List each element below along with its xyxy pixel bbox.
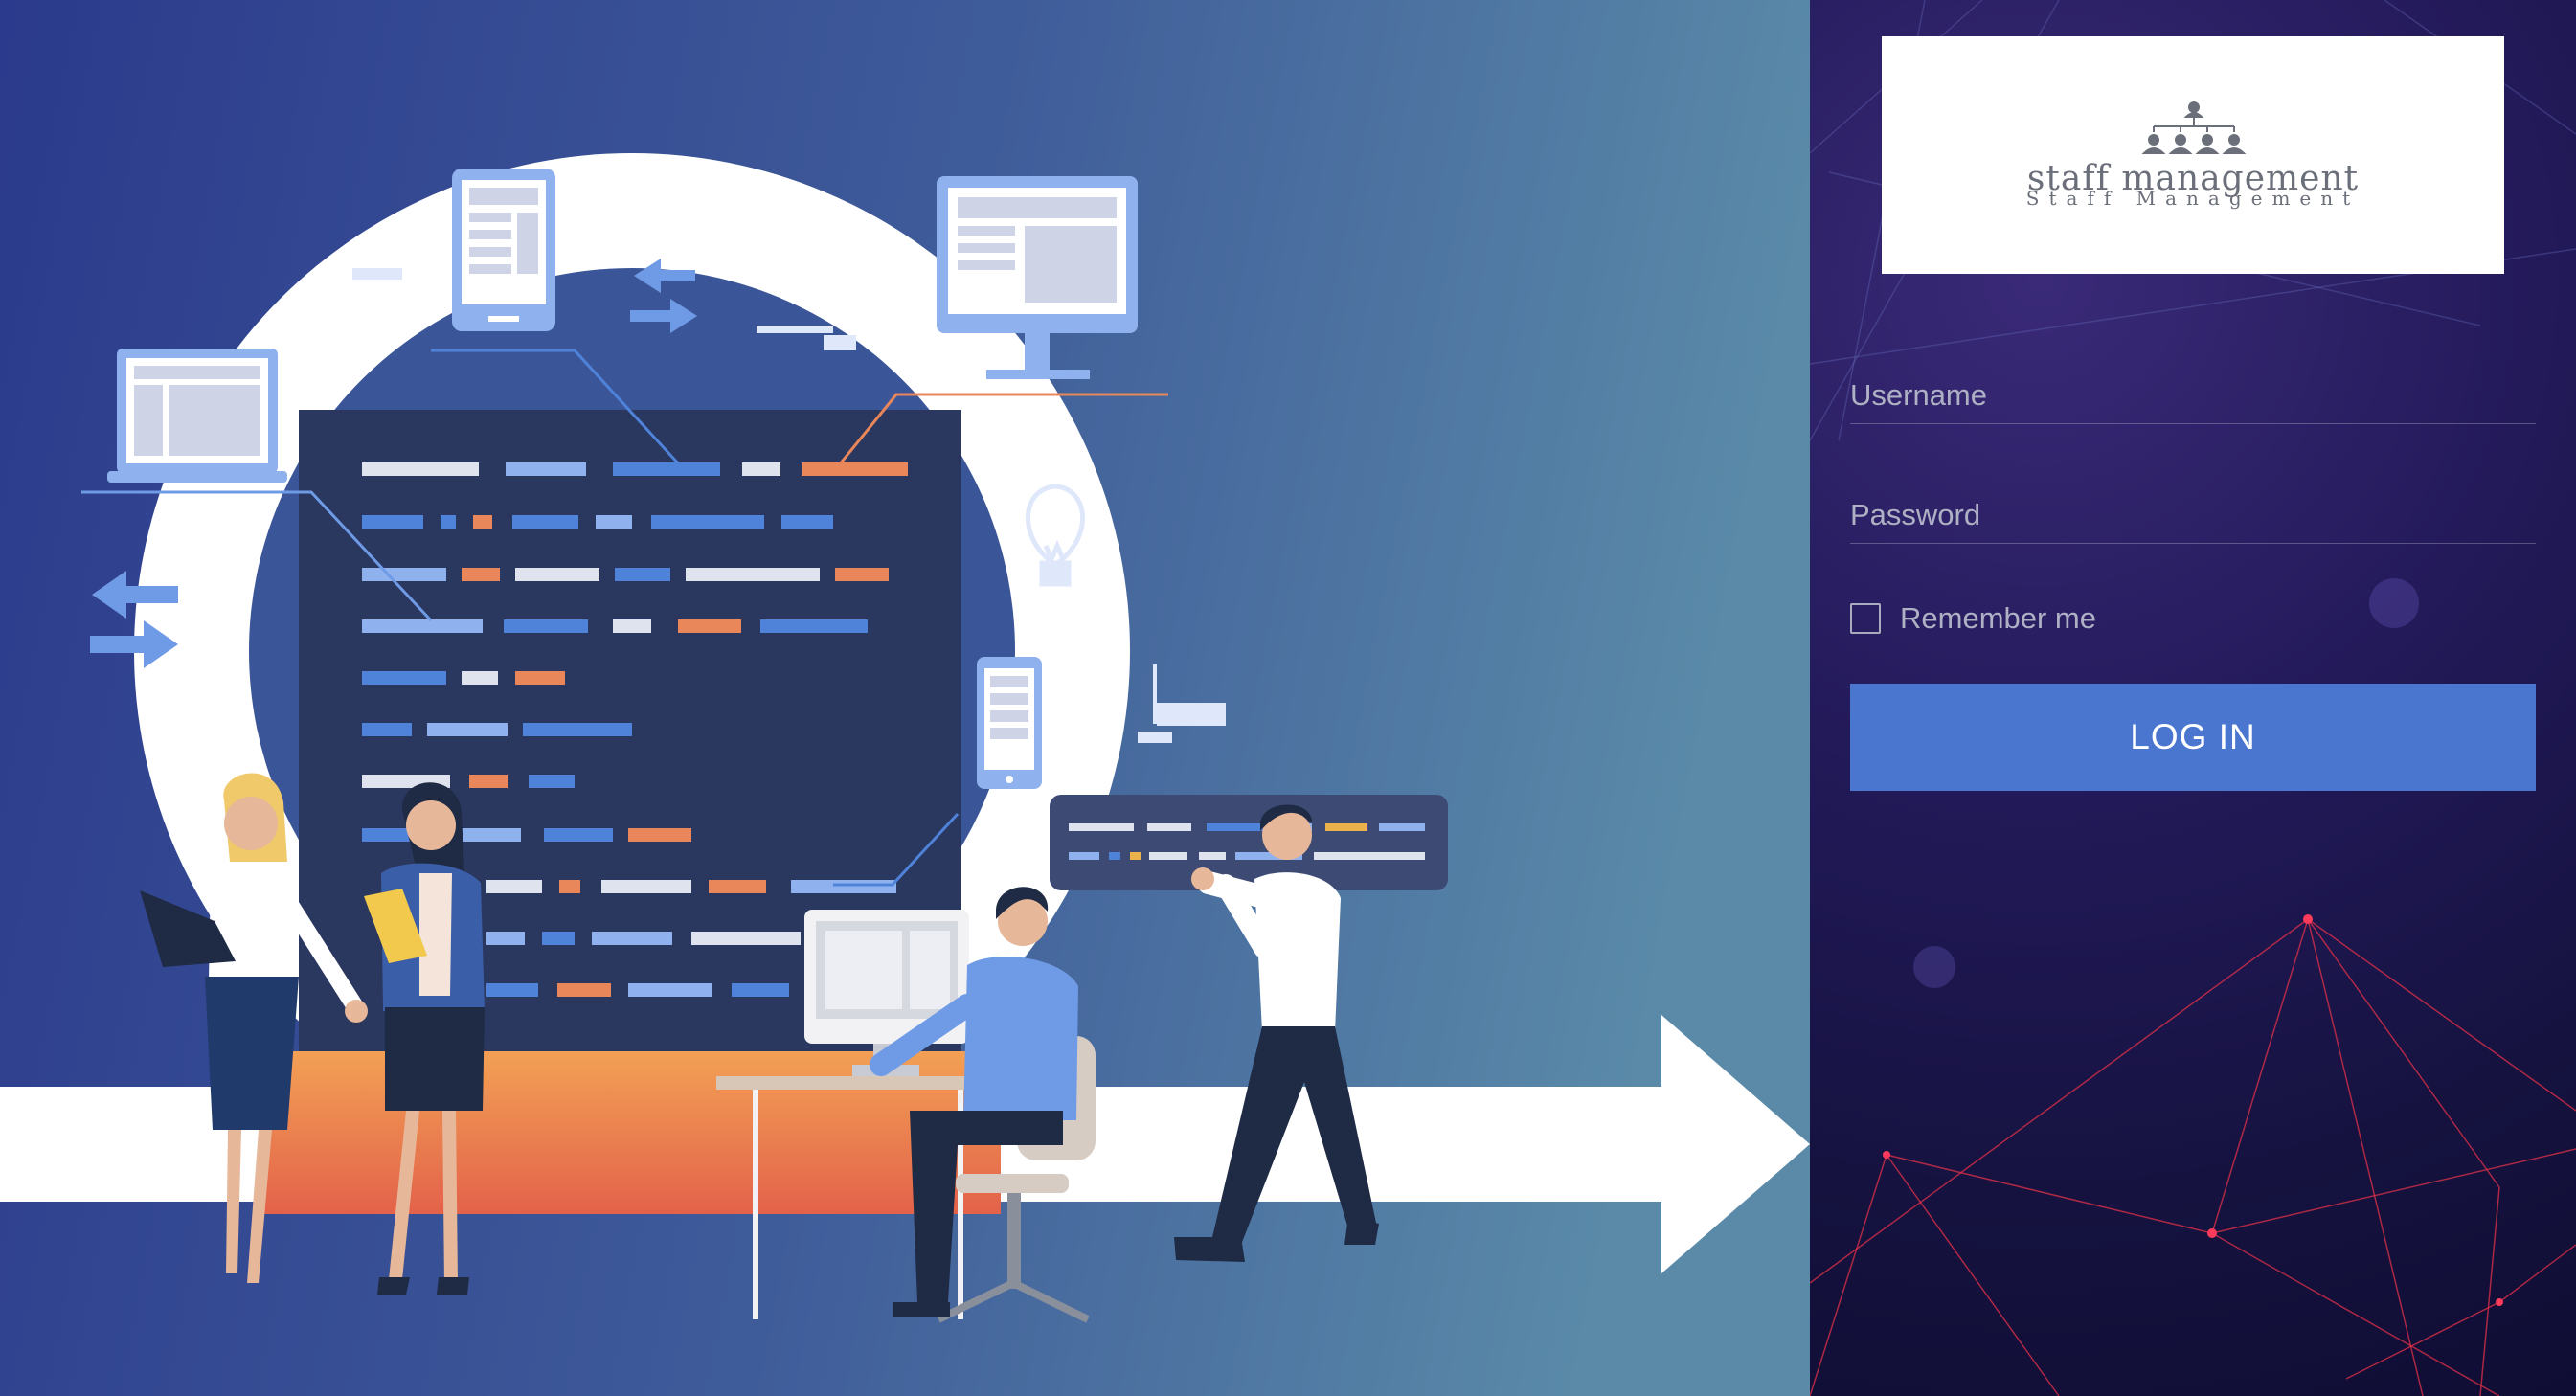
- remember-me-label: Remember me: [1900, 601, 2096, 635]
- username-field-container: [1850, 354, 2536, 424]
- hero-illustration: [0, 0, 1810, 1396]
- remember-me-checkbox[interactable]: [1850, 603, 1881, 634]
- password-input[interactable]: [1850, 474, 2536, 543]
- login-button[interactable]: LOG IN: [1850, 684, 2536, 791]
- smartphone-icon: [977, 657, 1042, 789]
- org-chart-icon: [2141, 101, 2247, 154]
- laptop-icon: [107, 349, 287, 483]
- tablet-icon: [452, 169, 555, 331]
- company-logo: staff management Staff Management: [1882, 36, 2504, 274]
- logo-subtitle: Staff Management: [2025, 187, 2361, 210]
- login-panel: staff management Staff Management Rememb…: [1810, 0, 2576, 1396]
- username-input[interactable]: [1850, 354, 2536, 423]
- password-field-container: [1850, 474, 2536, 544]
- code-card: [1050, 795, 1448, 890]
- remember-me[interactable]: Remember me: [1850, 599, 2096, 638]
